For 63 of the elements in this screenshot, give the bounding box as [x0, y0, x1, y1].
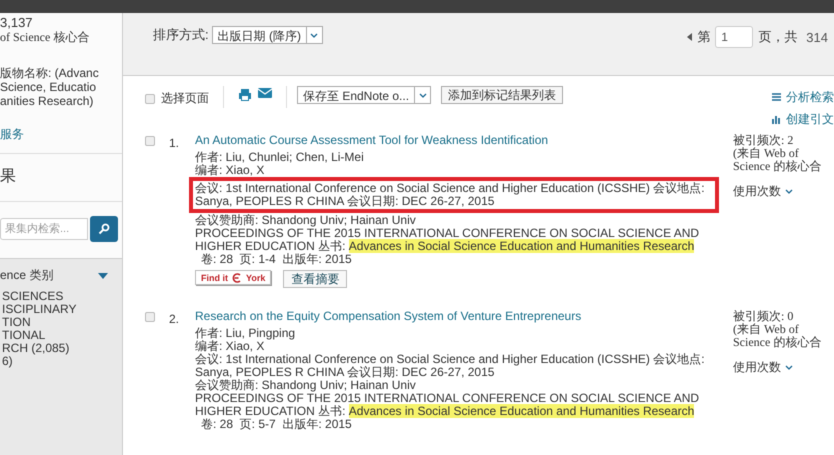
sort-label: 排序方式:: [153, 26, 209, 44]
chevron-icon: [785, 189, 793, 194]
category-item[interactable]: 6): [0, 355, 122, 368]
swirl-logo-icon: [232, 272, 242, 282]
category-item[interactable]: SCIENCES: [0, 290, 122, 303]
editors-text: 编者: Xiao, X: [195, 164, 266, 177]
page-field[interactable]: 1: [715, 26, 754, 48]
sponsor-text: 会议赞助商: Shandong Univ; Hainan Univ: [195, 214, 417, 227]
refine-text: Science, Educatio: [0, 80, 98, 94]
print-icon[interactable]: [238, 88, 252, 102]
bar-chart-icon: [772, 115, 781, 124]
category-item[interactable]: TION: [0, 316, 122, 329]
authors-text: 作者: Liu, Chunlei; Chen, Li-Mei: [195, 151, 365, 164]
sort-dropdown[interactable]: 出版日期 (降序): [212, 26, 323, 44]
highlighted-conference-text: 会议: 1st International Conference on Social Science and Higher Education (ICSSHE) 会议地点: Sanya, PEOPLES R CHINA 会议日期: DEC 26-27, 2015: [189, 177, 719, 213]
database-name: of Science 核心合: [0, 30, 90, 44]
conference-text: 会议: 1st International Conference on Social Science and Higher Education (ICSSHE) 会议地点: Sanya, PEOPLES R CHINA 会议日期: DEC 26-27, 2015: [195, 353, 706, 379]
page-prefix: 第: [697, 28, 710, 46]
chevron-icon: [418, 92, 427, 98]
usage-count-dropdown[interactable]: 使用次数: [733, 361, 829, 374]
citation-report-link[interactable]: 创建引文: [772, 111, 834, 128]
page-suffix: 页，共: [758, 28, 798, 46]
record-number: 2.: [169, 312, 180, 326]
chevron-icon: [785, 365, 793, 370]
analyze-link[interactable]: 分析检索: [772, 89, 834, 106]
find-it-button[interactable]: Find it York: [195, 270, 272, 285]
usage-count-dropdown[interactable]: 使用次数: [733, 185, 829, 198]
select-page-checkbox[interactable]: 选择页面: [145, 90, 209, 107]
category-item[interactable]: ISCIPLINARY: [0, 303, 122, 316]
record-title-link[interactable]: Research on the Equity Compensation System of Venture Entrepreneurs: [195, 310, 582, 323]
mail-icon[interactable]: [258, 88, 272, 98]
list-icon: [772, 93, 781, 102]
volume-info: 卷: 28 页: 5-7 出版年: 2015: [200, 418, 353, 431]
checkbox[interactable]: [145, 94, 155, 104]
refine-text: 版物名称: (Advanc: [0, 66, 100, 80]
authors-text: 作者: Liu, Pingping: [195, 327, 296, 340]
category-item[interactable]: RCH (2,085): [0, 342, 122, 355]
category-title: ence 类别: [0, 267, 54, 284]
volume-info: 卷: 28 页: 1-4 出版年: 2015: [200, 253, 353, 266]
sponsor-text: 会议赞助商: Shandong Univ; Hainan Univ: [195, 379, 417, 392]
record-number: 1.: [169, 136, 180, 150]
save-to-dropdown[interactable]: 保存至 EndNote o...: [297, 86, 432, 104]
record-title-link[interactable]: An Automatic Course Assessment Tool for Weakness Identification: [195, 134, 548, 147]
section-title: 果: [0, 153, 122, 202]
search-icon: [98, 223, 110, 235]
page-total: 314: [806, 30, 828, 44]
refine-text: anities Research): [0, 94, 94, 108]
editors-text: 编者: Xiao, X: [195, 340, 264, 353]
citation-source-text: (来自 Web of Science 的核心合: [733, 147, 822, 173]
previous-page-icon[interactable]: [687, 33, 692, 41]
caret-icon[interactable]: [98, 272, 108, 278]
add-to-marked-list-button[interactable]: 添加到标记结果列表: [441, 86, 564, 104]
times-cited-text: 被引频次: 2: [733, 134, 794, 147]
chevron-icon: [310, 32, 318, 38]
search-button[interactable]: [90, 216, 118, 242]
category-item[interactable]: TIONAL: [0, 329, 122, 342]
search-field[interactable]: 果集内检索...: [0, 218, 88, 240]
times-cited-text: 被引频次: 0: [733, 310, 794, 323]
checkbox[interactable]: [145, 136, 155, 146]
view-abstract-button[interactable]: 查看摘要: [283, 270, 348, 288]
checkbox[interactable]: [145, 312, 155, 322]
citation-source-text: (来自 Web of Science 的核心合: [733, 323, 822, 349]
result-count: 3,137: [0, 16, 34, 30]
